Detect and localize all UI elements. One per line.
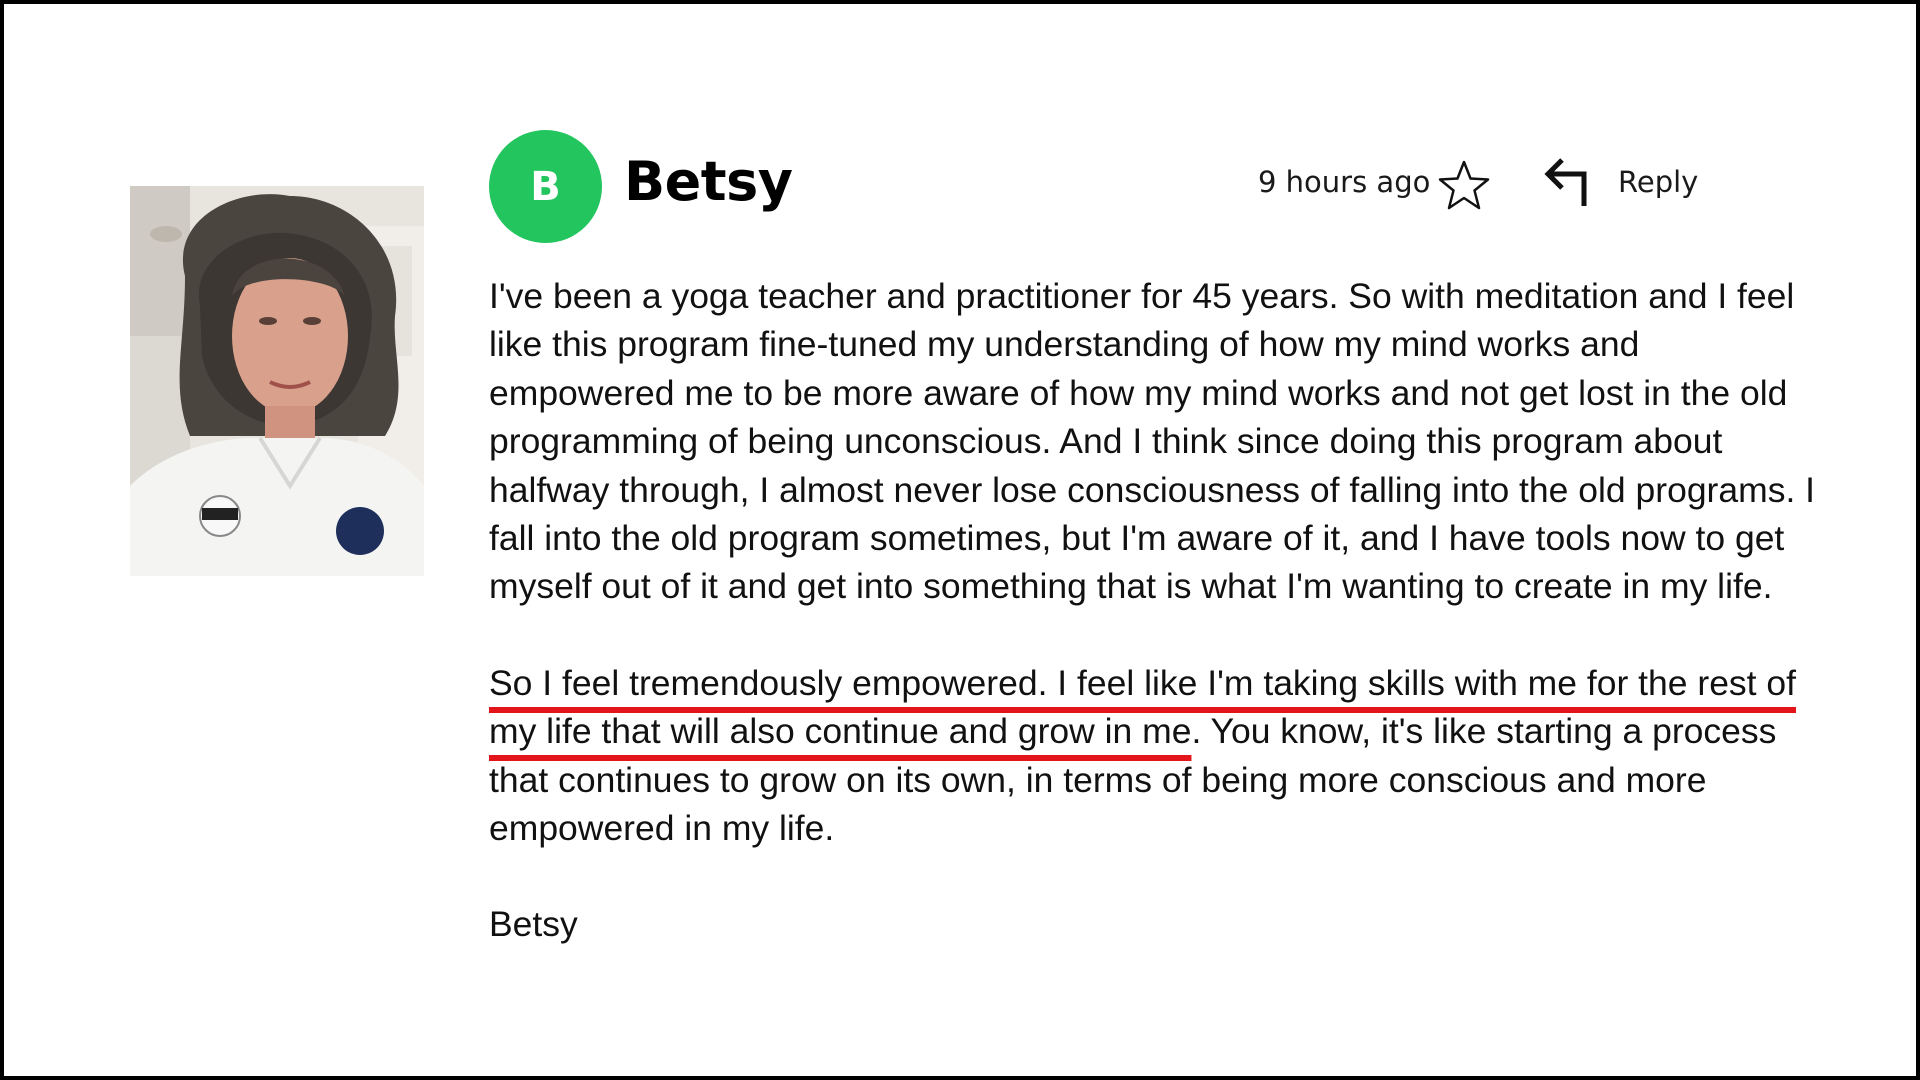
avatar-initial: B (530, 163, 561, 210)
comment-timestamp: 9 hours ago (1258, 165, 1431, 199)
reply-button[interactable]: Reply (1542, 152, 1698, 212)
comment-paragraph: So I feel tremendously empowered. I feel… (489, 659, 1829, 853)
paragraph-1-text: I've been a yoga teacher and practitione… (489, 276, 1816, 607)
favorite-button[interactable] (1436, 158, 1492, 214)
testimonial-card: B Betsy 9 hours ago Reply I've been a yo… (0, 0, 1920, 1080)
reply-arrow-icon (1544, 158, 1587, 206)
comment-paragraph: I've been a yoga teacher and practitione… (489, 272, 1829, 611)
signature: Betsy (489, 904, 578, 945)
comment-body: I've been a yoga teacher and practitione… (489, 272, 1829, 949)
author-avatar: B (489, 130, 602, 243)
author-photo (130, 186, 424, 576)
star-outline-icon (1438, 160, 1490, 210)
reply-label: Reply (1618, 165, 1699, 199)
author-name: Betsy (624, 150, 793, 213)
